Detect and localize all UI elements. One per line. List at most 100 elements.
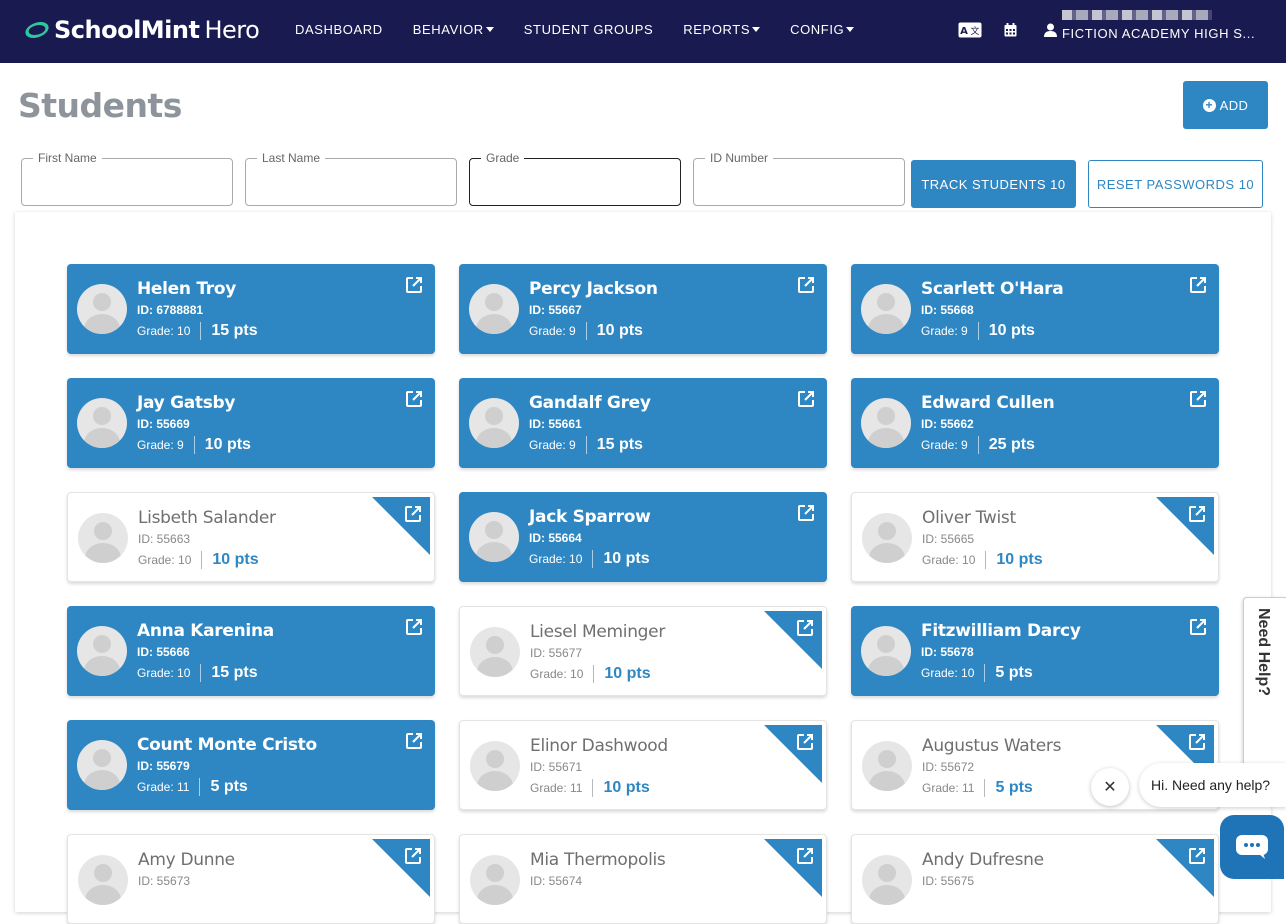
nav-item-student-groups[interactable]: STUDENT GROUPS (524, 22, 654, 37)
nav-item-config[interactable]: CONFIG (790, 22, 855, 37)
external-link-icon[interactable] (404, 505, 422, 523)
nav-item-label: STUDENT GROUPS (523, 22, 654, 37)
student-card[interactable]: Anna Karenina ID: 55666 Grade: 10 15 pts (67, 606, 435, 696)
student-card[interactable]: Jay Gatsby ID: 55669 Grade: 9 10 pts (67, 378, 435, 468)
logo-mark-icon (22, 22, 52, 38)
student-card[interactable]: Jack Sparrow ID: 55664 Grade: 10 10 pts (459, 492, 827, 582)
student-card[interactable]: Lisbeth Salander ID: 55663 Grade: 10 10 pts (67, 492, 435, 582)
chat-launcher-button[interactable] (1220, 815, 1284, 879)
student-card[interactable]: Gandalf Grey ID: 55661 Grade: 9 15 pts (459, 378, 827, 468)
student-points: 25 pts (988, 436, 1035, 453)
student-id: ID: 55677 (530, 646, 583, 660)
student-card[interactable]: Count Monte Cristo ID: 55679 Grade: 11 5 pt… (67, 720, 435, 810)
student-name: Lisbeth Salander (138, 508, 276, 528)
student-points: 10 pts (204, 436, 251, 453)
last-name-field[interactable]: Last Name (245, 151, 457, 206)
grade-field[interactable]: Grade (469, 151, 681, 206)
external-link-icon[interactable] (1189, 276, 1207, 294)
nav-item-label: BEHAVIOR (412, 22, 484, 37)
student-card[interactable]: Edward Cullen ID: 55662 Grade: 9 25 pts (851, 378, 1219, 468)
avatar-body (85, 885, 121, 905)
nav-item-label: DASHBOARD (295, 22, 383, 37)
divider (199, 778, 201, 796)
last-name-label: Last Name (257, 151, 326, 165)
student-id: ID: 55665 (922, 532, 975, 546)
student-card[interactable]: Amy Dunne ID: 55673 (67, 834, 435, 924)
nav-item-reports[interactable]: REPORTS (683, 22, 761, 37)
chat-greeting-bubble[interactable]: Hi. Need any help? (1139, 763, 1286, 807)
reset-passwords-button[interactable]: RESET PASSWORDS 10 (1088, 160, 1263, 208)
student-card[interactable]: Percy Jackson ID: 55667 Grade: 9 10 pts (459, 264, 827, 354)
track-students-button[interactable]: TRACK STUDENTS 10 (911, 160, 1076, 208)
external-link-icon[interactable] (404, 847, 422, 865)
external-link-icon[interactable] (405, 276, 423, 294)
nav-item-label: CONFIG (790, 22, 845, 37)
external-link-icon[interactable] (797, 276, 815, 294)
external-link-icon[interactable] (405, 732, 423, 750)
nav-item-behavior[interactable]: BEHAVIOR (413, 22, 494, 37)
svg-text:A: A (960, 26, 968, 37)
add-student-button[interactable]: + ADD (1183, 81, 1268, 129)
student-meta: Grade: 10 10 pts (529, 550, 650, 568)
student-name: Elinor Dashwood (530, 736, 668, 756)
student-id: ID: 55664 (529, 531, 582, 545)
first-name-input[interactable] (22, 159, 232, 205)
school-name: FICTION ACADEMY HIGH S... (1062, 26, 1256, 41)
id-number-input[interactable] (694, 159, 904, 205)
calendar-icon[interactable] (998, 20, 1022, 40)
student-name: Oliver Twist (922, 508, 1016, 528)
student-points: 10 pts (603, 779, 650, 796)
external-link-icon[interactable] (1189, 390, 1207, 408)
external-link-icon[interactable] (797, 504, 815, 522)
student-id: ID: 55661 (529, 417, 582, 431)
external-link-icon[interactable] (405, 618, 423, 636)
schoolmint-logo[interactable]: SchoolMint Hero (22, 16, 260, 44)
user-icon[interactable] (1038, 20, 1062, 40)
student-card[interactable]: Oliver Twist ID: 55665 Grade: 10 10 pts (851, 492, 1219, 582)
avatar-head (877, 293, 895, 311)
student-card[interactable]: Fitzwilliam Darcy ID: 55678 Grade: 10 5 pts (851, 606, 1219, 696)
student-meta: Grade: 11 5 pts (137, 778, 248, 796)
nav-item-dashboard[interactable]: DASHBOARD (295, 22, 383, 37)
avatar-head (878, 864, 896, 882)
need-help-tab[interactable]: Need Help? ‹ (1243, 597, 1286, 780)
student-card[interactable]: Mia Thermopolis ID: 55674 (459, 834, 827, 924)
id-number-field[interactable]: ID Number (693, 151, 905, 206)
student-id: ID: 55663 (138, 532, 191, 546)
external-link-icon[interactable] (1188, 847, 1206, 865)
close-chat-bubble-button[interactable]: ✕ (1091, 768, 1129, 806)
last-name-input[interactable] (246, 159, 456, 205)
divider (200, 322, 202, 340)
external-link-icon[interactable] (1188, 505, 1206, 523)
student-points: 15 pts (211, 322, 258, 339)
external-link-icon[interactable] (1189, 618, 1207, 636)
nav-item-label: REPORTS (683, 22, 751, 37)
student-card[interactable]: Andy Dufresne ID: 55675 (851, 834, 1219, 924)
student-grade: Grade: 9 (921, 438, 968, 452)
translate-icon[interactable]: A文 (958, 20, 982, 40)
student-name: Gandalf Grey (529, 393, 651, 413)
student-card[interactable]: Elinor Dashwood ID: 55671 Grade: 11 10 pts (459, 720, 827, 810)
external-link-icon[interactable] (797, 390, 815, 408)
student-card[interactable]: Helen Troy ID: 6788881 Grade: 10 15 pts (67, 264, 435, 354)
external-link-icon[interactable] (405, 390, 423, 408)
avatar (469, 398, 519, 448)
user-account[interactable]: FICTION ACADEMY HIGH S... (1062, 10, 1255, 41)
student-meta: Grade: 10 5 pts (921, 664, 1033, 682)
external-link-icon[interactable] (796, 619, 814, 637)
avatar-body (84, 314, 120, 334)
student-card[interactable]: Scarlett O'Hara ID: 55668 Grade: 9 10 pts (851, 264, 1219, 354)
divider (201, 551, 203, 569)
divider (585, 322, 587, 340)
external-link-icon[interactable] (1188, 733, 1206, 751)
external-link-icon[interactable] (796, 847, 814, 865)
student-grade: Grade: 10 (921, 666, 975, 680)
external-link-icon[interactable] (796, 733, 814, 751)
first-name-field[interactable]: First Name (21, 151, 233, 206)
grade-input[interactable] (470, 159, 680, 205)
student-id: ID: 55662 (921, 417, 974, 431)
student-card[interactable]: Liesel Meminger ID: 55677 Grade: 10 10 pts (459, 606, 827, 696)
student-grade: Grade: 11 (137, 780, 190, 794)
student-grade: Grade: 10 (529, 552, 583, 566)
student-points: 5 pts (995, 664, 1033, 681)
